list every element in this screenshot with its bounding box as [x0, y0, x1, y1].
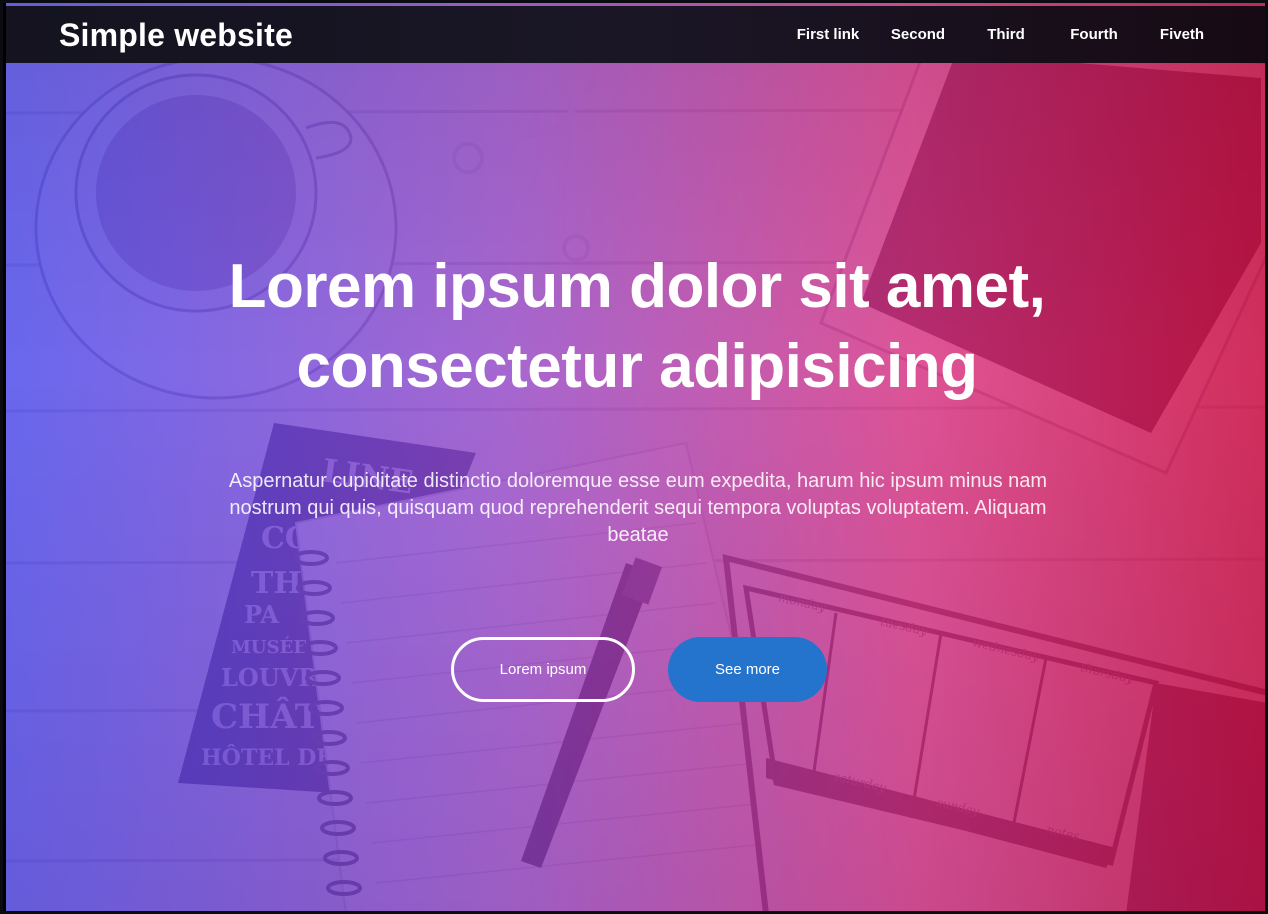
- hero-headline-line2: consectetur adipisicing: [296, 332, 978, 401]
- hero-section: LINE CO TH PA MUSÉE D LOUVR CHÂTE HÔTEL …: [6, 3, 1265, 911]
- page-frame: LINE CO TH PA MUSÉE D LOUVR CHÂTE HÔTEL …: [0, 0, 1268, 914]
- hero-headline-line1: Lorem ipsum dolor sit amet,: [228, 252, 1046, 321]
- site-brand[interactable]: Simple website: [59, 17, 293, 53]
- nav-link-third[interactable]: Third: [971, 26, 1041, 43]
- see-more-button[interactable]: See more: [668, 637, 827, 702]
- lorem-ipsum-button[interactable]: Lorem ipsum: [451, 637, 635, 702]
- top-navbar: Simple website First link Second Third F…: [6, 6, 1265, 63]
- nav-link-fourth[interactable]: Fourth: [1059, 26, 1129, 43]
- nav-link-fifth[interactable]: Fiveth: [1147, 26, 1217, 43]
- hero-lead-text: Aspernatur cupiditate distinctio dolorem…: [228, 470, 1048, 546]
- hero-headline: Lorem ipsum dolor sit amet, consectetur …: [3, 247, 1265, 407]
- nav-link-first[interactable]: First link: [793, 26, 863, 43]
- nav-link-second[interactable]: Second: [883, 26, 953, 43]
- shade-overlay: [6, 3, 1265, 911]
